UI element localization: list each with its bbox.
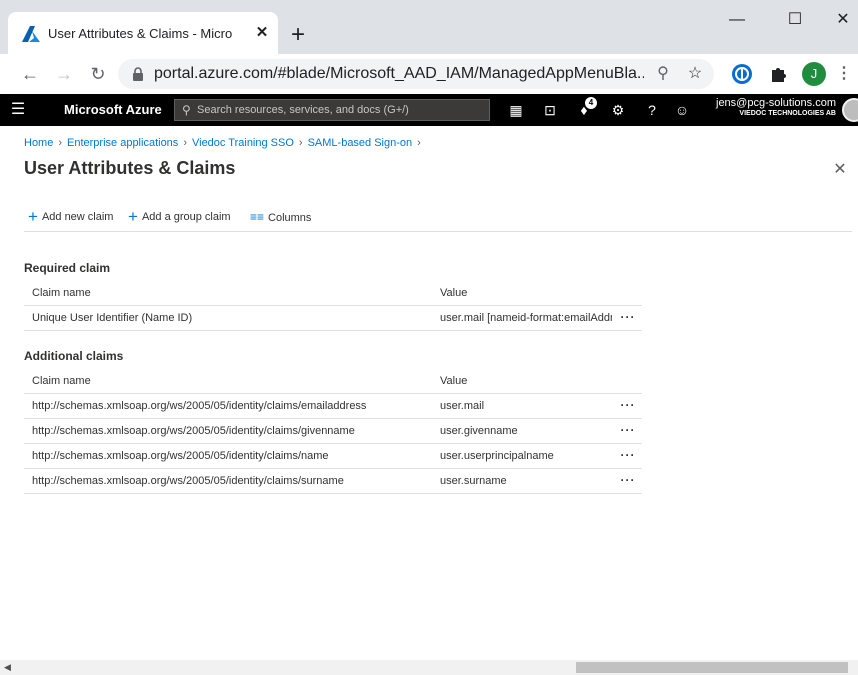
claim-name-cell: Unique User Identifier (Name ID) bbox=[32, 312, 193, 324]
window-close-button[interactable]: ✕ bbox=[828, 8, 858, 32]
claim-name-cell: http://schemas.xmlsoap.org/ws/2005/05/id… bbox=[32, 450, 329, 462]
plus-icon: + bbox=[128, 207, 138, 226]
zoom-icon[interactable]: ⚲ bbox=[652, 63, 674, 85]
add-group-claim-label: Add a group claim bbox=[141, 211, 231, 223]
url-text[interactable]: portal.azure.com/#blade/Microsoft_AAD_IA… bbox=[154, 65, 644, 83]
add-new-claim-button[interactable]: + Add new claim bbox=[28, 206, 113, 228]
divider bbox=[24, 231, 852, 232]
horizontal-scrollbar[interactable]: ◀ bbox=[0, 660, 858, 675]
column-header-value[interactable]: Value bbox=[440, 287, 620, 299]
global-search-input[interactable] bbox=[197, 100, 487, 120]
additional-claims-heading: Additional claims bbox=[24, 349, 124, 363]
claim-value-cell: user.surname bbox=[440, 475, 507, 487]
chevron-right-icon: › bbox=[298, 137, 303, 149]
notification-count-badge: 4 bbox=[585, 97, 597, 109]
add-new-claim-label: Add new claim bbox=[41, 211, 114, 223]
breadcrumb-home[interactable]: Home bbox=[24, 137, 53, 149]
chevron-right-icon: › bbox=[417, 137, 421, 149]
more-options-icon[interactable]: ··· bbox=[618, 397, 638, 415]
command-bar: + Add new claim + Add a group claim ≡≡ Colu… bbox=[24, 206, 852, 230]
feedback-smiley-icon[interactable]: ☺ bbox=[672, 100, 692, 120]
claim-name-cell: http://schemas.xmlsoap.org/ws/2005/05/id… bbox=[32, 400, 367, 412]
claim-name-cell: http://schemas.xmlsoap.org/ws/2005/05/id… bbox=[32, 475, 344, 487]
notifications-bell-icon[interactable]: ♦ 4 bbox=[574, 97, 597, 120]
columns-button[interactable]: ≡≡ Columns bbox=[250, 206, 311, 228]
forward-arrow-icon[interactable]: → bbox=[52, 62, 76, 86]
browser-menu-icon[interactable]: ⋮ bbox=[836, 62, 852, 86]
minimize-button[interactable]: — bbox=[722, 8, 752, 32]
new-tab-button[interactable]: + bbox=[286, 23, 310, 48]
scrollbar-thumb[interactable] bbox=[576, 662, 848, 673]
claim-value-cell: user.userprincipalname bbox=[440, 450, 554, 462]
browser-toolbar: ← → ↻ portal.azure.com/#blade/Microsoft_… bbox=[0, 54, 858, 94]
more-options-icon[interactable]: ··· bbox=[618, 309, 638, 327]
plus-icon: + bbox=[28, 207, 38, 226]
claim-value-cell: user.mail bbox=[440, 400, 485, 412]
grid-header: Claim name Value bbox=[24, 370, 642, 394]
scroll-left-arrow-icon[interactable]: ◀ bbox=[4, 662, 14, 673]
required-claim-grid: Claim name Value Unique User Identifier … bbox=[24, 282, 642, 331]
column-header-claim-name[interactable]: Claim name bbox=[32, 287, 432, 299]
grid-header: Claim name Value bbox=[24, 282, 642, 306]
more-options-icon[interactable]: ··· bbox=[618, 422, 638, 440]
tab-title: User Attributes & Claims - Micro bbox=[48, 26, 233, 41]
more-options-icon[interactable]: ··· bbox=[618, 472, 638, 490]
maximize-button[interactable]: ☐ bbox=[780, 8, 810, 32]
azure-favicon-icon bbox=[22, 26, 40, 42]
table-row[interactable]: http://schemas.xmlsoap.org/ws/2005/05/id… bbox=[24, 419, 642, 444]
required-claim-heading: Required claim bbox=[24, 261, 111, 275]
azure-header: ☰ Microsoft Azure ⚲ ▦ ⊡ ♦ 4 ⚙ ? ☺ jens@p… bbox=[0, 94, 858, 126]
table-row[interactable]: http://schemas.xmlsoap.org/ws/2005/05/id… bbox=[24, 394, 642, 419]
account-email[interactable]: jens@pcg-solutions.com bbox=[716, 97, 836, 109]
tab-close-icon[interactable]: ✕ bbox=[252, 23, 272, 43]
global-search[interactable]: ⚲ bbox=[174, 99, 490, 121]
column-header-claim-name[interactable]: Claim name bbox=[32, 375, 432, 387]
claim-value-cell: user.givenname bbox=[440, 425, 518, 437]
additional-claims-grid: Claim name Value http://schemas.xmlsoap.… bbox=[24, 370, 642, 494]
breadcrumb: Home › Enterprise applications › Viedoc Trai… bbox=[24, 137, 426, 149]
search-icon: ⚲ bbox=[182, 103, 191, 117]
columns-label: Columns bbox=[268, 212, 312, 224]
back-arrow-icon[interactable]: ← bbox=[18, 62, 42, 86]
more-options-icon[interactable]: ··· bbox=[618, 447, 638, 465]
extensions-puzzle-icon[interactable] bbox=[766, 62, 790, 86]
browser-tab-bar: User Attributes & Claims - Micro ✕ + — ☐… bbox=[0, 0, 858, 54]
claim-value-cell: user.mail [nameid-format:emailAddr... bbox=[440, 312, 612, 324]
password-manager-icon[interactable] bbox=[730, 62, 754, 86]
account-avatar[interactable] bbox=[842, 98, 858, 122]
claim-name-cell: http://schemas.xmlsoap.org/ws/2005/05/id… bbox=[32, 425, 355, 437]
close-icon[interactable]: ✕ bbox=[832, 162, 848, 178]
table-row[interactable]: Unique User Identifier (Name ID) user.ma… bbox=[24, 306, 642, 331]
lock-icon bbox=[133, 67, 143, 81]
account-organization: VIEDOC TECHNOLOGIES AB bbox=[739, 110, 836, 117]
hamburger-menu-icon[interactable]: ☰ bbox=[8, 100, 28, 120]
table-row[interactable]: http://schemas.xmlsoap.org/ws/2005/05/id… bbox=[24, 444, 642, 469]
column-header-value[interactable]: Value bbox=[440, 375, 620, 387]
help-icon[interactable]: ? bbox=[642, 100, 662, 120]
chevron-right-icon: › bbox=[183, 137, 187, 149]
table-row[interactable]: http://schemas.xmlsoap.org/ws/2005/05/id… bbox=[24, 469, 642, 494]
settings-gear-icon[interactable]: ⚙ bbox=[608, 100, 628, 120]
bookmark-star-icon[interactable]: ☆ bbox=[684, 63, 706, 85]
browser-tab[interactable]: User Attributes & Claims - Micro ✕ bbox=[8, 12, 278, 54]
reload-icon[interactable]: ↻ bbox=[86, 62, 110, 86]
azure-brand[interactable]: Microsoft Azure bbox=[64, 102, 162, 117]
chevron-right-icon: › bbox=[58, 137, 63, 149]
columns-icon: ≡≡ bbox=[250, 210, 265, 224]
page-title: User Attributes & Claims bbox=[24, 158, 236, 178]
breadcrumb-enterprise-applications[interactable]: Enterprise applications bbox=[67, 137, 178, 149]
breadcrumb-app[interactable]: Viedoc Training SSO bbox=[192, 137, 294, 149]
add-group-claim-button[interactable]: + Add a group claim bbox=[128, 206, 231, 228]
cloud-shell-icon[interactable]: ▦ bbox=[506, 100, 526, 120]
directory-filter-icon[interactable]: ⊡ bbox=[540, 100, 560, 120]
breadcrumb-saml-sign-on[interactable]: SAML-based Sign-on bbox=[308, 137, 413, 149]
profile-avatar[interactable]: J bbox=[802, 62, 826, 86]
address-bar[interactable]: portal.azure.com/#blade/Microsoft_AAD_IA… bbox=[118, 59, 714, 89]
